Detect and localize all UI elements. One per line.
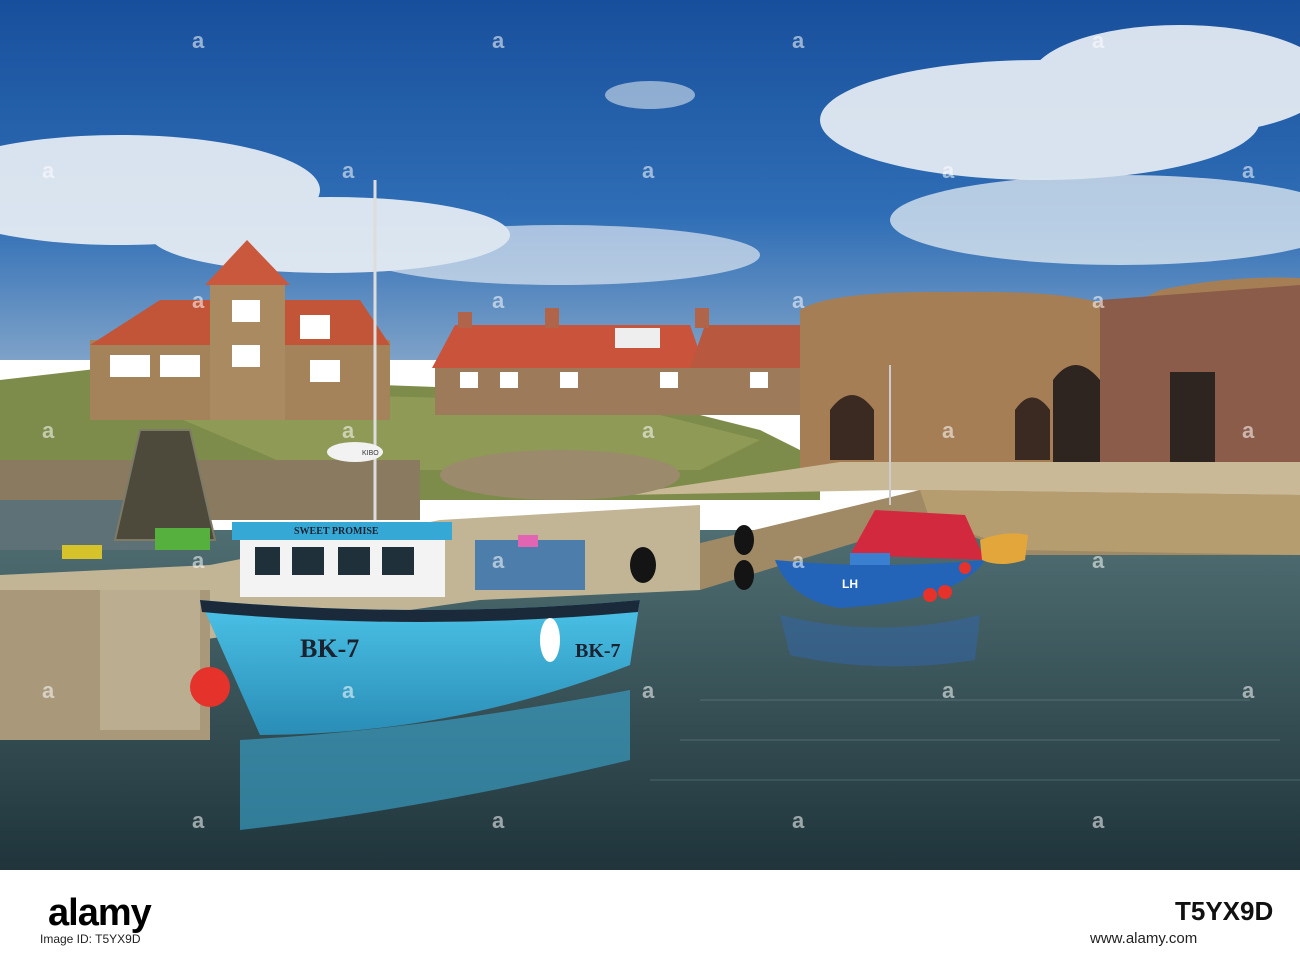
watermark-glyph: a <box>942 678 955 703</box>
watermark-glyph: a <box>492 28 505 53</box>
watermark-glyph: a <box>1092 288 1105 313</box>
alamy-logo: alamy <box>48 892 152 934</box>
lime-kilns <box>800 277 1300 470</box>
watermark-glyph: a <box>492 548 505 573</box>
watermark-glyph: a <box>1242 418 1255 443</box>
watermark-glyph: a <box>492 288 505 313</box>
watermark-glyph: a <box>1242 678 1255 703</box>
site-url: www.alamy.com <box>1090 930 1198 947</box>
watermark-glyph: a <box>942 158 955 183</box>
yellow-boat <box>980 533 1028 564</box>
boat-registration-bow: BK-7 <box>300 634 359 663</box>
watermark-glyph: a <box>1092 28 1105 53</box>
stock-footer: alamy Image ID: T5YX9D T5YX9D www.alamy.… <box>0 870 1300 960</box>
watermark-glyph: a <box>42 678 55 703</box>
watermark-glyph: a <box>342 678 355 703</box>
image-id-label: Image ID: T5YX9D <box>40 932 141 946</box>
watermark-glyph: a <box>1092 808 1105 833</box>
watermark-glyph: a <box>792 28 805 53</box>
watermark-glyph: a <box>192 28 205 53</box>
watermark-glyph: a <box>342 418 355 443</box>
watermark-glyph: a <box>192 288 205 313</box>
watermark-glyph: a <box>1092 548 1105 573</box>
watermark-glyph: a <box>642 678 655 703</box>
watermark-glyph: a <box>792 548 805 573</box>
small-boat-registration: LH <box>842 577 858 591</box>
harbour-photo: BK-7 BK-7 SWEET PROMISE KIBO LH a a a a … <box>0 0 1300 870</box>
watermark-glyph: a <box>642 158 655 183</box>
watermark-glyph: a <box>192 808 205 833</box>
image-id: T5YX9D <box>1175 896 1274 926</box>
watermark-glyph: a <box>42 418 55 443</box>
watermark-glyph: a <box>792 288 805 313</box>
watermark-glyph: a <box>342 158 355 183</box>
watermark-glyph: a <box>192 548 205 573</box>
boat-name: SWEET PROMISE <box>294 526 379 537</box>
watermark-glyph: a <box>492 808 505 833</box>
watermark-glyph: a <box>1242 158 1255 183</box>
watermark-glyph: a <box>792 808 805 833</box>
watermark-glyph: a <box>42 158 55 183</box>
watermark-glyph: a <box>642 418 655 443</box>
boat-registration-stern: BK-7 <box>575 640 621 662</box>
watermark-glyph: a <box>942 418 955 443</box>
radar-text: KIBO <box>362 450 379 457</box>
